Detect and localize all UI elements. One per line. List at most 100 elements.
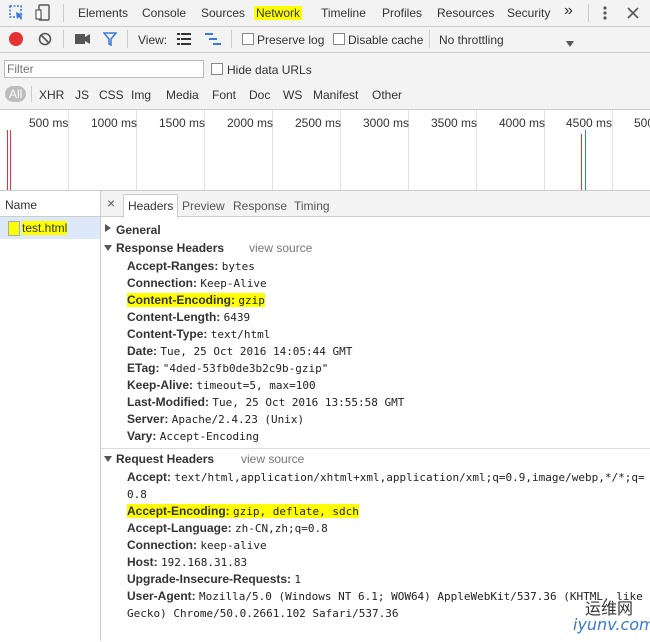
header-row: Accept: text/html,application/xhtml+xml,…: [127, 470, 645, 484]
header-value: Gecko) Chrome/50.0.2661.102 Safari/537.3…: [127, 607, 399, 620]
header-row-content: Upgrade-Insecure-Requests: 1: [127, 572, 301, 586]
header-row-content: Keep-Alive: timeout=5, max=100: [127, 378, 316, 392]
more-options-icon[interactable]: [603, 6, 607, 20]
header-name: Date:: [127, 344, 158, 358]
tab-console[interactable]: Console: [142, 6, 186, 20]
tab-resources[interactable]: Resources: [437, 6, 494, 20]
tick-label: 2500 ms: [295, 116, 342, 130]
header-name: Host:: [127, 555, 158, 569]
dom-content-loaded-marker: [585, 130, 586, 190]
header-value: gzip, deflate, sdch: [233, 505, 359, 518]
header-name: Accept-Encoding:: [127, 504, 230, 518]
disable-cache-checkbox[interactable]: [333, 33, 345, 45]
more-tabs-icon[interactable]: »: [564, 2, 573, 20]
filter-type-xhr[interactable]: XHR: [39, 88, 64, 102]
header-name: Upgrade-Insecure-Requests:: [127, 572, 292, 586]
close-details-icon[interactable]: ×: [107, 195, 115, 211]
header-name: Last-Modified:: [127, 395, 209, 409]
preserve-log-label: Preserve log: [257, 33, 325, 47]
header-row: Upgrade-Insecure-Requests: 1: [127, 572, 301, 586]
header-value: Accept-Encoding: [159, 430, 260, 443]
capture-screenshots-icon[interactable]: [75, 33, 91, 45]
view-label: View:: [138, 33, 168, 47]
load-event-marker: [581, 134, 582, 190]
tab-security[interactable]: Security: [507, 6, 550, 20]
header-value: text/html: [210, 328, 271, 341]
view-source-link[interactable]: view source: [249, 241, 312, 255]
throttling-select[interactable]: No throttling: [439, 33, 504, 47]
header-row: Date: Tue, 25 Oct 2016 14:05:44 GMT: [127, 344, 352, 358]
header-row: Connection: Keep-Alive: [127, 276, 267, 290]
filter-type-css[interactable]: CSS: [99, 88, 124, 102]
filter-type-img[interactable]: Img: [131, 88, 151, 102]
name-column-header[interactable]: Name: [0, 191, 100, 217]
tab-headers[interactable]: Headers: [123, 194, 179, 218]
chevron-down-icon[interactable]: [566, 36, 574, 47]
waterfall-overview-icon[interactable]: [205, 33, 221, 45]
hide-data-urls-label: Hide data URLs: [227, 63, 312, 77]
device-mode-icon[interactable]: [35, 4, 51, 22]
filter-type-other[interactable]: Other: [372, 88, 402, 102]
large-rows-icon[interactable]: [177, 33, 191, 45]
filter-type-media[interactable]: Media: [166, 88, 199, 102]
header-value: text/html,application/xhtml+xml,applicat…: [174, 471, 645, 484]
tab-sources[interactable]: Sources: [201, 6, 245, 20]
header-row-content: Host: 192.168.31.83: [127, 555, 247, 569]
record-icon[interactable]: [9, 32, 23, 46]
close-devtools-icon[interactable]: [627, 7, 639, 19]
timeline-overview[interactable]: 500 ms 1000 ms 1500 ms 2000 ms 2500 ms 3…: [0, 110, 650, 191]
header-name: Content-Type:: [127, 327, 208, 341]
header-value: Tue, 25 Oct 2016 13:55:58 GMT: [212, 396, 405, 409]
load-event-marker: [7, 130, 8, 190]
clear-icon[interactable]: [38, 32, 52, 46]
header-row-content: Vary: Accept-Encoding: [127, 429, 259, 443]
tab-preview[interactable]: Preview: [182, 199, 225, 213]
filter-bar: Hide data URLs All XHR JS CSS Img Media …: [0, 53, 650, 110]
tick-label: 4500 ms: [566, 116, 613, 130]
request-row[interactable]: test.html: [0, 217, 100, 239]
header-row-content: Date: Tue, 25 Oct 2016 14:05:44 GMT: [127, 344, 352, 358]
tab-elements[interactable]: Elements: [78, 6, 128, 20]
filter-type-font[interactable]: Font: [212, 88, 236, 102]
triangle-down-icon[interactable]: [104, 456, 112, 462]
header-name: Accept-Language:: [127, 521, 232, 535]
tab-timing[interactable]: Timing: [294, 199, 330, 213]
filter-type-all[interactable]: All: [5, 86, 27, 102]
header-value: bytes: [221, 260, 255, 273]
tab-profiles[interactable]: Profiles: [382, 6, 422, 20]
header-name: Server:: [127, 412, 169, 426]
devtools-tab-bar: Elements Console Sources Network Timelin…: [0, 0, 650, 27]
tab-response[interactable]: Response: [233, 199, 287, 213]
filter-type-doc[interactable]: Doc: [249, 88, 270, 102]
header-value: gzip: [238, 294, 265, 307]
header-row: 0.8: [127, 487, 147, 501]
request-headers-title[interactable]: Request Headers: [116, 452, 214, 466]
filter-type-ws[interactable]: WS: [283, 88, 302, 102]
header-row-content: Server: Apache/2.4.23 (Unix): [127, 412, 304, 426]
inspect-element-icon[interactable]: [9, 5, 25, 21]
tab-network[interactable]: Network: [254, 6, 303, 20]
filter-type-manifest[interactable]: Manifest: [313, 88, 358, 102]
header-row: Content-Type: text/html: [127, 327, 270, 341]
response-headers-title[interactable]: Response Headers: [116, 241, 224, 255]
header-row-content: Content-Type: text/html: [127, 327, 270, 341]
request-details-panel: × Headers Preview Response Timing Genera…: [101, 191, 650, 641]
header-row: ETag: "4ded-53fb0de3b2c9b-gzip": [127, 361, 328, 375]
filter-icon[interactable]: [102, 32, 118, 47]
header-value: Apache/2.4.23 (Unix): [171, 413, 305, 426]
triangle-down-icon[interactable]: [104, 245, 112, 251]
tick-label: 3500 ms: [431, 116, 478, 130]
header-row: Last-Modified: Tue, 25 Oct 2016 13:55:58…: [127, 395, 404, 409]
tick-label: 1500 ms: [159, 116, 206, 130]
hide-data-urls-checkbox[interactable]: [211, 63, 223, 75]
header-name: Content-Encoding:: [127, 293, 235, 307]
filter-input[interactable]: [4, 60, 204, 78]
preserve-log-checkbox[interactable]: [242, 33, 254, 45]
header-row-content: ETag: "4ded-53fb0de3b2c9b-gzip": [127, 361, 328, 375]
response-headers-section: Response Headers view source Accept-Rang…: [101, 241, 650, 446]
filter-type-js[interactable]: JS: [75, 88, 89, 102]
view-source-link[interactable]: view source: [241, 452, 304, 466]
header-name: ETag:: [127, 361, 160, 375]
tab-timeline[interactable]: Timeline: [321, 6, 366, 20]
watermark-url-text: iyunv.com: [573, 615, 650, 634]
